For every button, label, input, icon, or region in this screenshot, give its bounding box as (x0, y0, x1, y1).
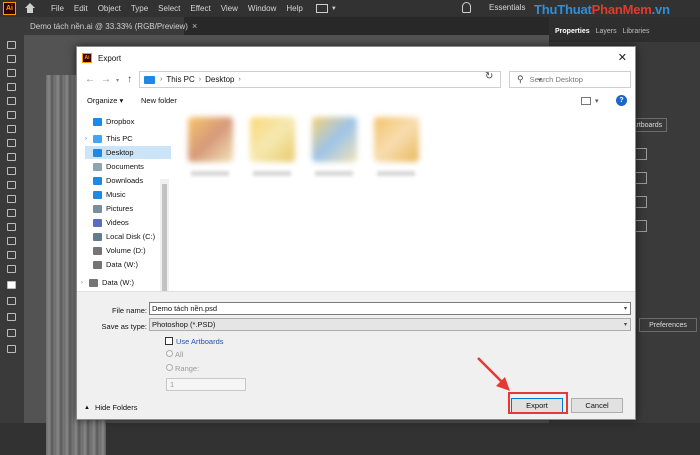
annotation-arrow-icon (477, 357, 510, 391)
